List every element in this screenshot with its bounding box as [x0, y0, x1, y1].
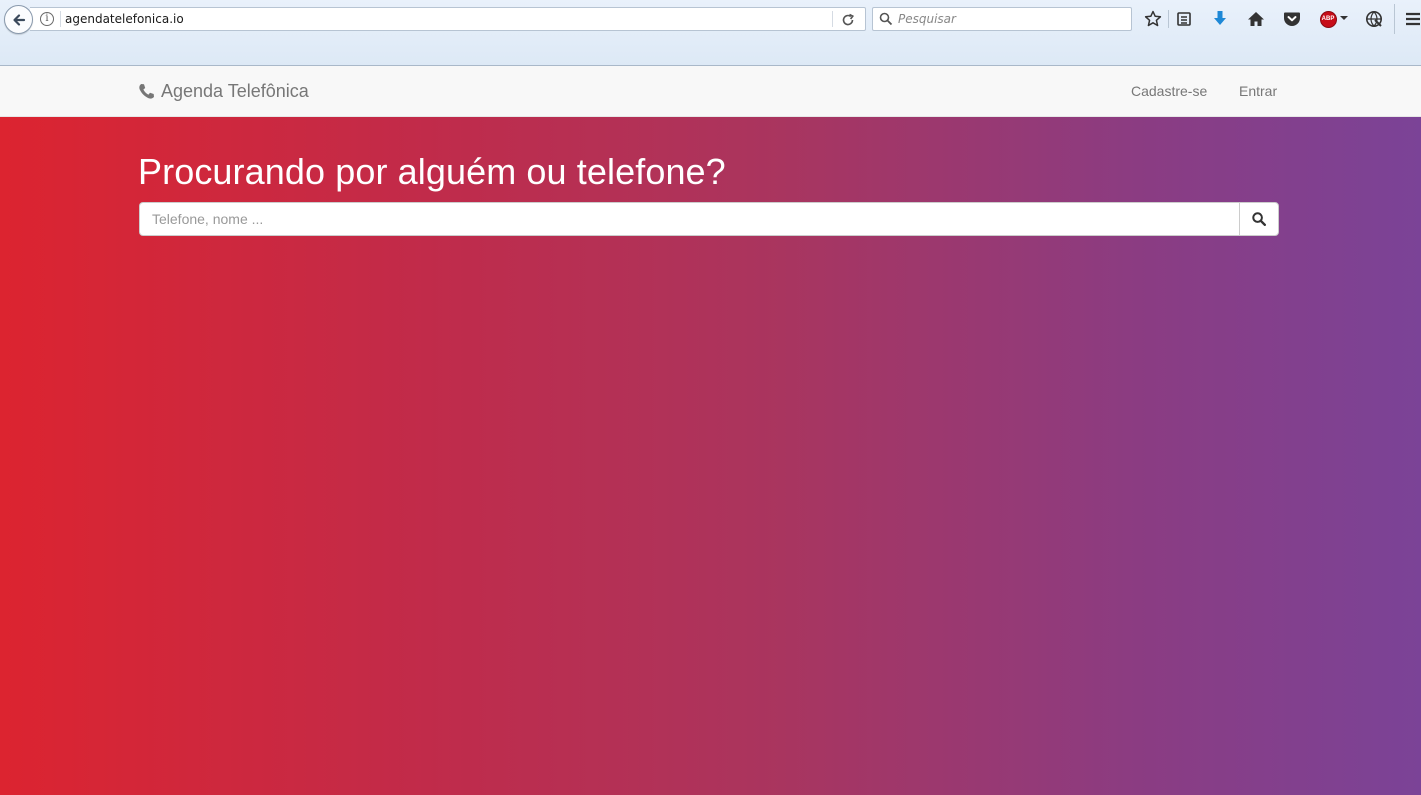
menu-icon[interactable]: [1403, 9, 1421, 29]
search-group: [139, 202, 1279, 236]
url-bar[interactable]: i agendatelefonica.io: [30, 7, 866, 31]
search-icon: [1252, 212, 1266, 226]
reload-separator: [832, 11, 833, 27]
toolbar-divider: [1394, 4, 1395, 34]
adblock-plus-icon[interactable]: ABP: [1318, 9, 1338, 29]
globe-extension-icon[interactable]: [1364, 9, 1384, 29]
browser-search-bar[interactable]: Pesquisar: [872, 7, 1132, 31]
bookmarks-library-icon[interactable]: [1174, 9, 1194, 29]
hero-title: Procurando por alguém ou telefone?: [138, 151, 726, 192]
arrow-left-icon: [12, 13, 25, 26]
chevron-down-icon[interactable]: [1340, 16, 1348, 20]
reload-icon[interactable]: [839, 11, 857, 29]
brand-name: Agenda Telefônica: [161, 81, 309, 101]
browser-search-placeholder: Pesquisar: [898, 12, 956, 26]
nav-login-link[interactable]: Entrar: [1239, 83, 1277, 99]
phone-icon: [138, 83, 156, 101]
nav-signup-link[interactable]: Cadastre-se: [1131, 83, 1207, 99]
hero-section: Procurando por alguém ou telefone?: [0, 117, 1421, 795]
back-button[interactable]: [4, 5, 33, 34]
search-input[interactable]: [139, 202, 1239, 236]
search-button[interactable]: [1239, 202, 1279, 236]
brand-link[interactable]: Agenda Telefônica: [138, 81, 309, 102]
browser-toolbar: i agendatelefonica.io Pesquisar ABP: [0, 0, 1421, 66]
url-separator: [60, 11, 61, 27]
info-icon[interactable]: i: [40, 12, 54, 26]
pocket-icon[interactable]: [1282, 9, 1302, 29]
download-icon[interactable]: [1210, 9, 1230, 29]
toolbar-divider: [1168, 10, 1169, 28]
bookmark-star-icon[interactable]: [1143, 9, 1163, 29]
search-icon: [879, 12, 893, 26]
url-text[interactable]: agendatelefonica.io: [65, 12, 184, 26]
site-navbar: Agenda Telefônica Cadastre-se Entrar: [0, 66, 1421, 117]
home-icon[interactable]: [1246, 9, 1266, 29]
